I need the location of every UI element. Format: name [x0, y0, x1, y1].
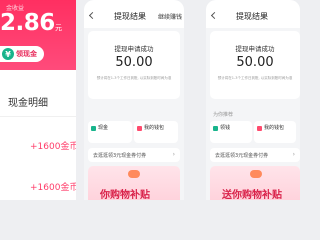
tile-my-wallet[interactable]: 我的钱包: [254, 121, 296, 143]
nav-bar: 提现结果: [206, 0, 300, 28]
redeem-cash-button[interactable]: ¥ 领现金: [0, 46, 44, 62]
tile-label: 我的钱包: [264, 125, 285, 131]
back-arrow-icon[interactable]: [88, 11, 97, 20]
wallet-icon: [91, 126, 96, 131]
cash-details-title: 现金明细: [8, 98, 48, 109]
continue-earning-button[interactable]: 继续赚钱: [158, 12, 182, 21]
screenshot-collage: 金收益 2.86 元 ¥ 领现金 现金明细 +1600金币 +1600金币 提现…: [0, 0, 300, 200]
withdraw-result-screen: 提现结果 提现申请成功 50.00 预计将在1-3个工作日到账, 以实际到账时间…: [206, 0, 300, 200]
withdraw-amount: 50.00: [115, 55, 153, 70]
earnings-header: 金收益 2.86 元 ¥ 领现金: [0, 0, 76, 70]
tile-label: 我的钱包: [144, 125, 165, 131]
tile-my-wallet[interactable]: 我的钱包: [134, 121, 178, 143]
earnings-panel: 金收益 2.86 元 ¥ 领现金 现金明细 +1600金币 +1600金币: [0, 0, 76, 200]
withdraw-note: 预计将在1-3个工作日到账, 以实际到账时间为准: [217, 76, 293, 80]
promo-row[interactable]: 去逛逛领3元现金券付券 ›: [210, 148, 300, 162]
banner-text: 送你购物补贴: [222, 190, 282, 200]
tile-label: 现金: [98, 125, 109, 131]
withdraw-status: 提现申请成功: [114, 45, 154, 53]
recommend-label: 为你推荐: [213, 112, 234, 118]
coin-record: +1600金币: [30, 183, 76, 193]
promo-row[interactable]: 去逛逛领3元现金券付券 ›: [88, 148, 180, 162]
tile-cash[interactable]: 现金: [88, 121, 132, 143]
wallet-icon: [213, 126, 218, 131]
withdraw-status: 提现申请成功: [235, 45, 275, 53]
banner-text: 你购物补贴: [100, 190, 150, 200]
chevron-right-icon: ›: [292, 151, 295, 158]
withdraw-result-card: 提现申请成功 50.00 预计将在1-3个工作日到账, 以实际到账时间为准: [88, 31, 180, 99]
back-arrow-icon[interactable]: [210, 11, 219, 20]
wallet-icon: [257, 126, 262, 131]
page-title: 提现结果: [114, 12, 146, 21]
promo-text: 去逛逛领3元现金券付券: [215, 153, 269, 159]
shopping-subsidy-banner[interactable]: 你购物补贴: [88, 166, 180, 200]
redeem-cash-label: 领现金: [16, 50, 37, 58]
nav-bar: 提现结果 继续赚钱: [84, 0, 184, 28]
shopping-subsidy-banner[interactable]: 送你购物补贴: [210, 166, 300, 200]
divider: [0, 116, 76, 117]
promo-text: 去逛逛领3元现金券付券: [93, 153, 147, 159]
chevron-right-icon: ›: [172, 151, 175, 158]
gift-icon: [250, 170, 262, 178]
withdraw-result-screen: 提现结果 继续赚钱 提现申请成功 50.00 预计将在1-3个工作日到账, 以实…: [84, 0, 184, 200]
earnings-amount: 2.86: [0, 10, 55, 36]
tile-get-money[interactable]: 领钱: [210, 121, 252, 143]
withdraw-amount: 50.00: [236, 55, 274, 70]
withdraw-result-card: 提现申请成功 50.00 预计将在1-3个工作日到账, 以实际到账时间为准: [210, 31, 300, 99]
withdraw-note: 预计将在1-3个工作日到账, 以实际到账时间为准: [96, 76, 172, 80]
wallet-icon: [137, 126, 142, 131]
coin-record: +1600金币: [30, 142, 76, 152]
tile-label: 领钱: [220, 125, 231, 131]
gift-icon: [128, 170, 140, 178]
cash-icon: ¥: [2, 48, 14, 60]
earnings-unit: 元: [55, 24, 62, 32]
page-title: 提现结果: [236, 12, 268, 21]
